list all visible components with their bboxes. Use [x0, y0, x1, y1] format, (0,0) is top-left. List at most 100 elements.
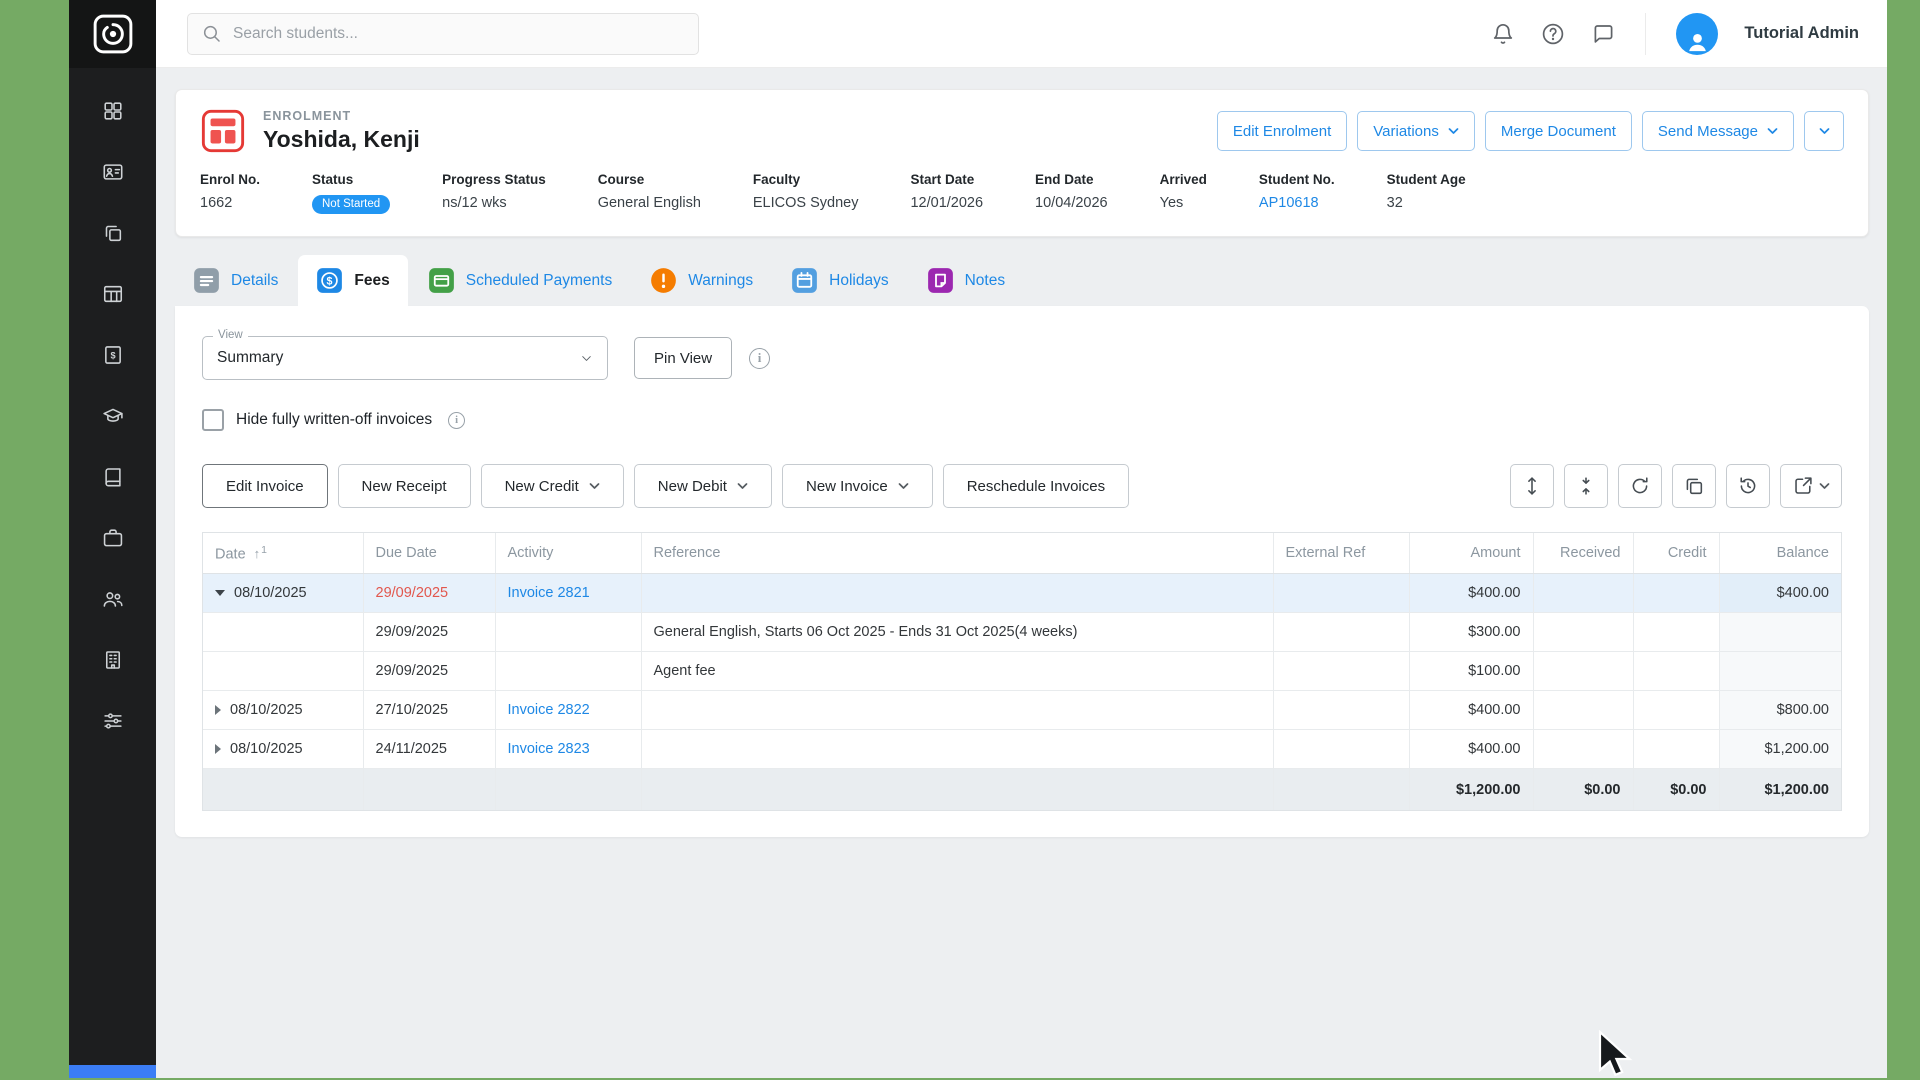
chevron-down-icon: [737, 483, 748, 490]
field-label: End Date: [1035, 172, 1108, 187]
app-logo-icon: [91, 12, 135, 56]
view-info-icon[interactable]: i: [749, 348, 770, 369]
student-no-link[interactable]: AP10618: [1259, 195, 1319, 211]
duplicate-button[interactable]: [1672, 464, 1716, 508]
expand-row-icon[interactable]: [215, 705, 221, 715]
send-message-button[interactable]: Send Message: [1642, 111, 1794, 151]
copy-icon: [102, 222, 124, 244]
new-invoice-button[interactable]: New Invoice: [782, 464, 933, 508]
sidebar-item-documents[interactable]: [69, 202, 156, 263]
tab-holidays[interactable]: Holidays: [773, 255, 906, 306]
tab-label: Holidays: [829, 272, 888, 290]
cell-balance: [1719, 613, 1841, 652]
edit-invoice-button[interactable]: Edit Invoice: [202, 464, 328, 508]
export-button[interactable]: [1780, 464, 1842, 508]
invoice-link[interactable]: Invoice 2822: [508, 702, 590, 718]
sidebar-item-book[interactable]: [69, 446, 156, 507]
chevron-down-icon: [898, 483, 909, 490]
sidebar-item-id-card[interactable]: [69, 141, 156, 202]
invoice-row[interactable]: 08/10/202524/11/2025Invoice 2823$400.00$…: [203, 730, 1841, 769]
invoice-row[interactable]: 29/09/2025General English, Starts 06 Oct…: [203, 613, 1841, 652]
collapse-row-icon[interactable]: [215, 590, 225, 596]
notifications-button[interactable]: [1491, 22, 1515, 46]
tab-details[interactable]: Details: [175, 255, 296, 306]
new-debit-button[interactable]: New Debit: [634, 464, 772, 508]
tab-scheduled-payments[interactable]: Scheduled Payments: [410, 255, 630, 306]
invoice-row[interactable]: 08/10/202527/10/2025Invoice 2822$400.00$…: [203, 691, 1841, 730]
expand-row-icon[interactable]: [215, 744, 221, 754]
reschedule-invoices-button[interactable]: Reschedule Invoices: [943, 464, 1129, 508]
payments-tab-icon: [428, 267, 455, 294]
edit-enrolment-button[interactable]: Edit Enrolment: [1217, 111, 1347, 151]
view-select[interactable]: View Summary: [202, 336, 608, 380]
column-header-amount[interactable]: Amount: [1409, 533, 1533, 574]
topbar: Tutorial Admin: [156, 0, 1887, 68]
chat-icon: [1591, 22, 1615, 46]
field-label: Progress Status: [442, 172, 546, 187]
avatar[interactable]: [1676, 13, 1718, 55]
sidebar-item-table[interactable]: [69, 263, 156, 324]
sliders-icon: [102, 710, 124, 732]
sidebar-item-graduation[interactable]: [69, 385, 156, 446]
app-logo[interactable]: [69, 0, 156, 68]
grid-header: Date↑1Due DateActivityReferenceExternal …: [203, 533, 1841, 574]
pin-view-button[interactable]: Pin View: [634, 337, 732, 379]
column-header-received[interactable]: Received: [1533, 533, 1633, 574]
dashboard-icon: [102, 100, 124, 122]
column-header-due-date[interactable]: Due Date: [363, 533, 495, 574]
variations-button[interactable]: Variations: [1357, 111, 1475, 151]
sidebar-item-building[interactable]: [69, 629, 156, 690]
invoice-row[interactable]: 29/09/2025Agent fee$100.00: [203, 652, 1841, 691]
more-actions-button[interactable]: [1804, 111, 1844, 151]
cell-amount: $100.00: [1409, 652, 1533, 691]
enrolment-card: ENROLMENT Yoshida, Kenji Edit EnrolmentV…: [175, 89, 1869, 237]
collapse-rows-button[interactable]: [1564, 464, 1608, 508]
field-end-date: End Date10/04/2026: [1035, 172, 1108, 214]
sidebar-item-people[interactable]: [69, 568, 156, 629]
cell-balance: $400.00: [1719, 574, 1841, 613]
cell-date: [203, 652, 363, 691]
invoice-row[interactable]: 08/10/202529/09/2025Invoice 2821$400.00$…: [203, 574, 1841, 613]
totals-empty-cell: [363, 769, 495, 811]
field-value: General English: [598, 195, 701, 211]
invoice-grid: Date↑1Due DateActivityReferenceExternal …: [202, 532, 1842, 811]
invoice-link[interactable]: Invoice 2821: [508, 585, 590, 601]
column-header-activity[interactable]: Activity: [495, 533, 641, 574]
cell-credit: [1633, 730, 1719, 769]
help-button[interactable]: [1541, 22, 1565, 46]
sidebar-item-sliders[interactable]: [69, 690, 156, 751]
content-area: ENROLMENT Yoshida, Kenji Edit EnrolmentV…: [156, 68, 1887, 1078]
sidebar-item-briefcase[interactable]: [69, 507, 156, 568]
new-receipt-button[interactable]: New Receipt: [338, 464, 471, 508]
hide-written-off-info-icon[interactable]: i: [448, 412, 465, 429]
sidebar-item-dashboard[interactable]: [69, 80, 156, 141]
merge-document-button[interactable]: Merge Document: [1485, 111, 1632, 151]
messages-button[interactable]: [1591, 22, 1615, 46]
column-header-external-ref[interactable]: External Ref: [1273, 533, 1409, 574]
tab-warnings[interactable]: Warnings: [632, 255, 771, 306]
user-name[interactable]: Tutorial Admin: [1744, 24, 1859, 43]
sidebar-item-invoices[interactable]: $: [69, 324, 156, 385]
new-credit-button[interactable]: New Credit: [481, 464, 624, 508]
column-header-balance[interactable]: Balance: [1719, 533, 1841, 574]
refresh-button[interactable]: [1618, 464, 1662, 508]
field-value: ns/12 wks: [442, 195, 546, 211]
column-header-date[interactable]: Date↑1: [203, 533, 363, 574]
search-box[interactable]: [187, 13, 699, 55]
cell-due-date: 24/11/2025: [363, 730, 495, 769]
expand-rows-button[interactable]: [1510, 464, 1554, 508]
column-header-credit[interactable]: Credit: [1633, 533, 1719, 574]
hide-written-off-checkbox[interactable]: [202, 409, 224, 431]
history-button[interactable]: [1726, 464, 1770, 508]
main-column: Tutorial Admin ENROLMENT Yoshida, Kenji …: [156, 0, 1887, 1078]
column-header-reference[interactable]: Reference: [641, 533, 1273, 574]
field-progress-status: Progress Status ns/12 wks: [442, 172, 546, 214]
tab-notes[interactable]: Notes: [909, 255, 1024, 306]
tab-label: Fees: [354, 272, 389, 290]
field-label: Start Date: [910, 172, 983, 187]
invoice-link[interactable]: Invoice 2823: [508, 741, 590, 757]
search-input[interactable]: [233, 25, 685, 43]
user-icon: [1684, 28, 1711, 55]
tab-fees[interactable]: $Fees: [298, 255, 407, 306]
tab-label: Scheduled Payments: [466, 272, 612, 290]
